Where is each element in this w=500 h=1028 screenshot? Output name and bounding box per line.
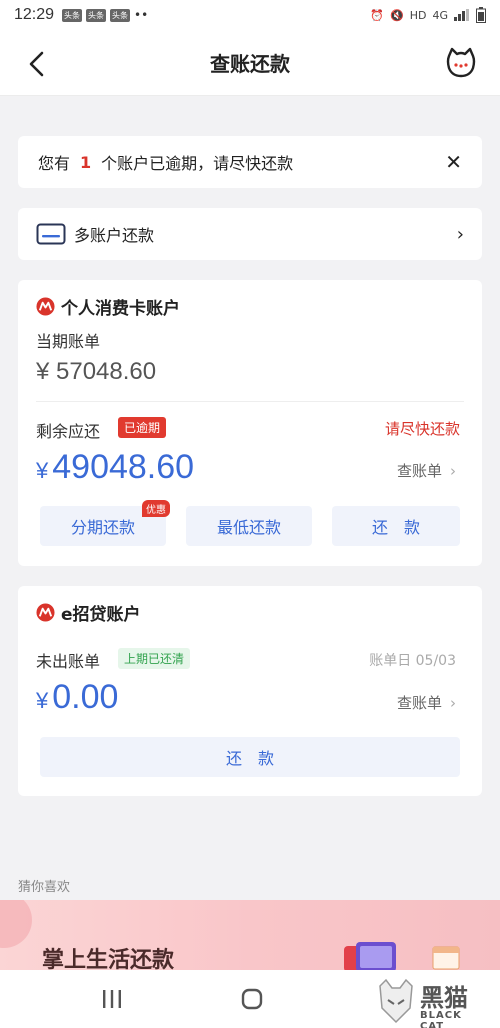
- repay-button[interactable]: 还 款: [40, 737, 460, 777]
- overdue-badge: 已逾期: [118, 417, 167, 438]
- cat-assistant-icon[interactable]: [444, 46, 478, 80]
- alert-suffix: 个账户已逾期，请尽快还款: [101, 154, 294, 173]
- minimum-repay-button[interactable]: 最低还款: [186, 506, 312, 546]
- e-loan-account: e招贷账户 未出账单 上期已还清 账单日 05/03 ¥0.00 查账单 › 还 …: [18, 586, 482, 796]
- banner-title: 掌上生活还款: [42, 947, 175, 972]
- recent-apps-icon[interactable]: [100, 988, 124, 1010]
- hd-label: HD: [409, 8, 427, 22]
- cleared-badge: 上期已还清: [118, 648, 191, 669]
- watermark-en: BLACK CAT: [420, 1010, 462, 1028]
- alert-prefix: 您有: [38, 154, 71, 173]
- promo-banner[interactable]: 掌上生活还款: [0, 900, 500, 972]
- chevron-right-icon: ›: [450, 462, 456, 480]
- unbilled-label: 未出账单: [36, 652, 101, 671]
- repay-label: 还 款: [225, 749, 274, 768]
- divider: [36, 401, 464, 402]
- decorative-circle: [0, 900, 32, 948]
- mute-icon: 🔇: [390, 8, 404, 22]
- discount-tag: 优惠: [142, 500, 170, 517]
- multi-account-label: 多账户还款: [74, 226, 155, 245]
- view-bill-label: 查账单: [396, 694, 442, 712]
- recommend-title: 猜你喜欢: [18, 880, 71, 895]
- view-bill-label: 查账单: [396, 462, 442, 480]
- chevron-right-icon: ›: [456, 223, 464, 245]
- page-title: 查账还款: [210, 52, 290, 76]
- status-bar: 12:29 头条 头条 头条 •• ⏰ 🔇 HD 4G: [0, 0, 500, 30]
- account-name: e招贷账户: [61, 605, 141, 625]
- currency-symbol: ¥: [36, 458, 49, 483]
- navigation-bar: 查账还款: [0, 30, 500, 96]
- remaining-amount: ¥49048.60: [36, 448, 194, 487]
- minimum-label: 最低还款: [216, 518, 281, 537]
- cat-logo-icon: [379, 978, 413, 1024]
- repay-label: 还 款: [371, 518, 420, 537]
- network-type: 4G: [432, 8, 448, 22]
- notification-icon: 头条: [110, 8, 131, 22]
- installment-repay-button[interactable]: 分期还款 优惠: [40, 500, 170, 546]
- account-name: 个人消费卡账户: [61, 299, 180, 319]
- card-icon: [36, 223, 66, 245]
- phone-illustration-icon: [344, 942, 396, 972]
- account-header: 个人消费卡账户: [36, 294, 180, 319]
- account-header: e招贷账户: [36, 600, 141, 625]
- view-bill-link[interactable]: 查账单 ›: [397, 460, 456, 481]
- overdue-alert: 您有 1 个账户已逾期，请尽快还款 ✕: [18, 136, 482, 188]
- installment-label: 分期还款: [70, 518, 135, 537]
- cmb-logo-icon: [36, 297, 55, 316]
- home-icon[interactable]: [240, 987, 264, 1011]
- urge-text: 请尽快还款: [384, 420, 460, 438]
- unbilled-amount-value: 0.00: [52, 678, 119, 716]
- overdue-count: 1: [80, 152, 92, 172]
- bill-day: 账单日 05/03: [369, 653, 456, 669]
- remaining-label: 剩余应还: [36, 422, 101, 441]
- multi-account-repay-row[interactable]: 多账户还款 ›: [18, 208, 482, 260]
- chevron-right-icon: ›: [450, 694, 456, 712]
- notification-icon: 头条: [86, 8, 107, 22]
- close-icon[interactable]: ✕: [445, 150, 462, 174]
- currency-symbol: ¥: [36, 688, 49, 713]
- black-cat-watermark: 黑猫 BLACK CAT: [376, 978, 486, 1028]
- status-time: 12:29: [14, 6, 55, 23]
- back-arrow-icon[interactable]: [22, 49, 52, 79]
- current-bill-label: 当期账单: [36, 332, 101, 351]
- unbilled-amount: ¥0.00: [36, 678, 118, 717]
- current-bill-amount: ¥ 57048.60: [36, 358, 157, 385]
- signal-icon: [454, 9, 469, 21]
- status-icons: ⏰ 🔇 HD 4G: [370, 7, 486, 23]
- watermark-cn: 黑猫: [420, 984, 468, 1012]
- repay-button[interactable]: 还 款: [332, 506, 460, 546]
- calendar-illustration-icon: [432, 946, 460, 970]
- remaining-amount-value: 49048.60: [52, 448, 195, 486]
- alarm-icon: ⏰: [370, 8, 385, 22]
- view-bill-link[interactable]: 查账单 ›: [397, 692, 456, 713]
- personal-consumer-card-account: 个人消费卡账户 当期账单 ¥ 57048.60 剩余应还 已逾期 请尽快还款 ¥…: [18, 280, 482, 566]
- more-notifications: ••: [134, 8, 149, 22]
- battery-icon: [476, 7, 486, 23]
- cmb-logo-icon: [36, 603, 55, 622]
- notification-icon: 头条: [62, 8, 83, 22]
